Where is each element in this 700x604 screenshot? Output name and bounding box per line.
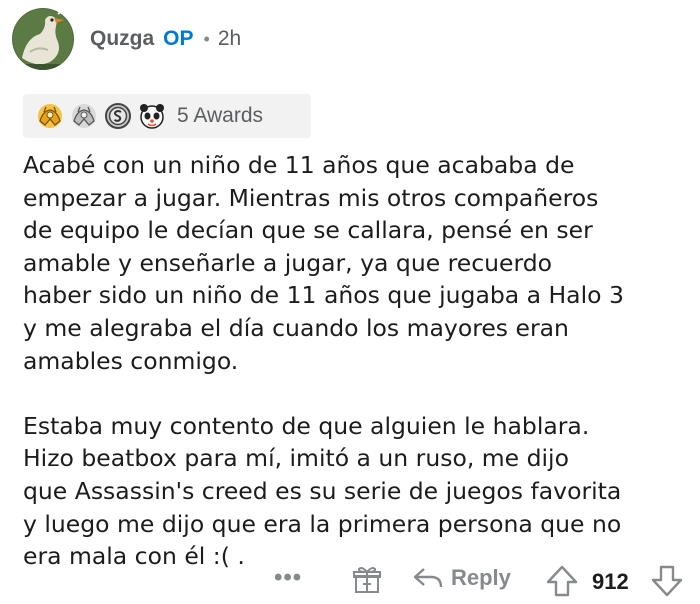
- upvote-icon: [546, 565, 578, 597]
- reply-arrow-icon: [413, 568, 443, 588]
- comment-line: y me alegraba el día cuando los mayores …: [23, 313, 569, 342]
- op-badge: OP: [163, 27, 194, 50]
- reply-label: Reply: [451, 565, 511, 590]
- comment-actions: ••• Reply 912: [0, 562, 700, 602]
- comment-line: Estaba muy contento de que alguien le ha…: [23, 411, 590, 440]
- author-meta: Quzga OP • 2h: [90, 27, 241, 51]
- silver-hands-award-icon: [72, 104, 96, 128]
- downvote-icon: [651, 565, 683, 597]
- comment-line: empezar a jugar. Mientras mis otros comp…: [23, 183, 599, 212]
- comment-body: Acabé con un niño de 11 años que acababa…: [23, 149, 695, 573]
- comment-line: haber sido un niño de 11 años que jugaba…: [23, 281, 624, 310]
- comment-line: Acabé con un niño de 11 años que acababa…: [23, 151, 575, 179]
- comment-line: y luego me dijo que era la primera perso…: [23, 509, 622, 538]
- panda-face-award-icon: [140, 104, 164, 129]
- comment-line: que Assassin's creed es su serie de jueg…: [23, 476, 622, 505]
- gold-hands-award-icon: [38, 104, 62, 128]
- downvote-button[interactable]: [650, 564, 684, 598]
- timestamp[interactable]: 2h: [218, 27, 241, 51]
- awards-bar[interactable]: 5 Awards: [23, 94, 311, 138]
- username[interactable]: Quzga: [90, 27, 154, 51]
- gift-icon: [353, 567, 381, 593]
- meta-separator: •: [203, 28, 210, 49]
- comment-header: Quzga OP • 2h: [12, 8, 241, 70]
- more-options-button[interactable]: •••: [274, 564, 302, 592]
- comment-line: amable y enseñarle a jugar, ya que recue…: [23, 248, 553, 277]
- awards-count: 5 Awards: [177, 104, 263, 127]
- vote-score: 912: [592, 569, 629, 594]
- comment-line: de equipo le decían que se callara, pens…: [23, 216, 593, 245]
- give-award-button[interactable]: [352, 565, 382, 595]
- reply-button[interactable]: Reply: [413, 565, 511, 591]
- silver-coin-award-icon: [105, 103, 131, 129]
- avatar[interactable]: [12, 8, 74, 70]
- comment-line: Hizo beatbox para mí, imitó a un ruso, m…: [23, 444, 569, 473]
- upvote-button[interactable]: [545, 564, 579, 598]
- comment-line: amables conmigo.: [23, 346, 239, 375]
- goose-avatar-icon: [12, 8, 74, 70]
